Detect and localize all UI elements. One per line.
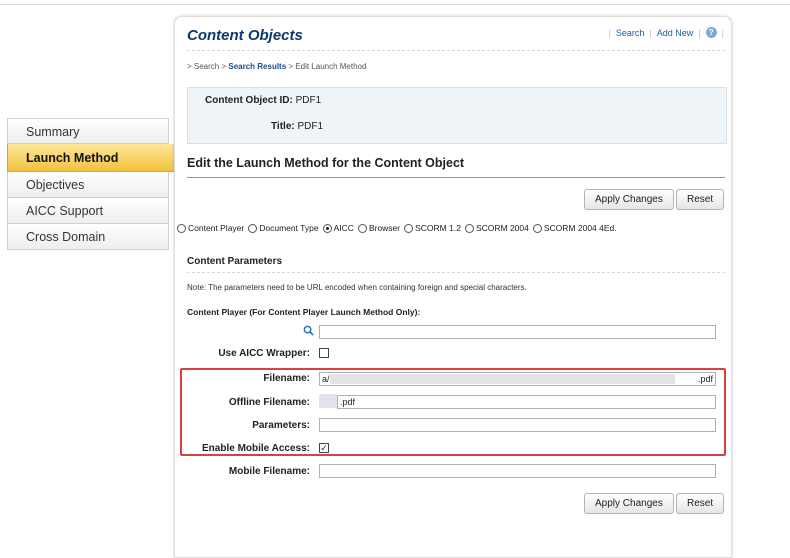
radio-icon[interactable]: [357, 223, 367, 233]
radio-icon[interactable]: [248, 223, 258, 233]
encoding-note: Note: The parameters need to be URL enco…: [187, 283, 527, 292]
offline-filename-label: Offline Filename:: [228, 397, 310, 408]
object-id-label: Content Object ID:: [205, 95, 293, 106]
radio-content-player[interactable]: Content Player: [177, 223, 244, 233]
object-id-value: PDF1: [295, 95, 322, 106]
mobile-filename-label: Mobile Filename:: [228, 466, 310, 477]
reset-button[interactable]: Reset: [676, 189, 725, 210]
use-aicc-wrapper-checkbox[interactable]: [319, 348, 329, 358]
sidebar-item-cross-domain[interactable]: Cross Domain: [7, 224, 169, 250]
offline-filename-input[interactable]: .pdf: [337, 395, 716, 409]
top-divider: [0, 4, 790, 5]
help-icon[interactable]: ?: [705, 27, 717, 38]
mobile-filename-input[interactable]: [319, 464, 716, 478]
radio-label: Content Player: [188, 223, 245, 233]
filename-label: Filename:: [263, 373, 310, 384]
breadcrumb-prefix[interactable]: > Search >: [187, 62, 228, 71]
top-links: | Search | Add New | ? |: [609, 27, 724, 38]
breadcrumb: > Search > Search Results > Edit Launch …: [187, 62, 366, 71]
breadcrumb-search-results[interactable]: Search Results: [228, 62, 286, 71]
search-link[interactable]: Search: [616, 28, 645, 38]
section-title: Edit the Launch Method for the Content O…: [187, 156, 465, 170]
title-divider: [187, 50, 725, 51]
link-separator: |: [649, 27, 652, 38]
sidebar-item-launch-method[interactable]: Launch Method: [7, 144, 185, 172]
enable-mobile-access-checkbox[interactable]: ✓: [319, 443, 329, 453]
use-aicc-wrapper-label: Use AICC Wrapper:: [218, 348, 310, 359]
sidebar-item-objectives[interactable]: Objectives: [7, 172, 169, 198]
breadcrumb-current: > Edit Launch Method: [286, 62, 367, 71]
object-id-row: Content Object ID: PDF1: [205, 95, 321, 106]
content-player-label: Content Player (For Content Player Launc…: [187, 307, 421, 317]
launch-method-options: Content Player Document Type AICC Browse…: [177, 223, 617, 233]
title-row: Title: PDF1: [271, 121, 323, 132]
offline-filename-value: .pdf: [340, 397, 356, 407]
enable-mobile-access-label: Enable Mobile Access:: [202, 443, 310, 454]
add-new-link[interactable]: Add New: [657, 28, 694, 38]
parameters-input[interactable]: [319, 418, 716, 432]
link-separator: |: [698, 27, 701, 38]
radio-icon[interactable]: [464, 223, 474, 233]
radio-label: Document Type: [259, 223, 319, 233]
title-value: PDF1: [297, 121, 324, 132]
page-title: Content Objects: [187, 27, 303, 44]
radio-aicc[interactable]: AICC: [322, 223, 354, 233]
radio-browser[interactable]: Browser: [357, 223, 401, 233]
title-label: Title:: [271, 121, 295, 132]
radio-selected-icon[interactable]: [322, 223, 332, 233]
radio-icon[interactable]: [532, 223, 542, 233]
filename-value-start: a/: [322, 374, 330, 384]
radio-label: AICC: [333, 223, 354, 233]
filename-value-end: .pdf: [697, 374, 713, 384]
sidebar-item-aicc-support[interactable]: AICC Support: [7, 198, 169, 224]
radio-label: Browser: [368, 223, 401, 233]
sidebar: Summary Launch Method Objectives AICC Su…: [7, 118, 185, 250]
apply-changes-button-bottom[interactable]: Apply Changes: [584, 493, 674, 514]
radio-document-type[interactable]: Document Type: [248, 223, 319, 233]
apply-changes-button[interactable]: Apply Changes: [584, 189, 674, 210]
radio-scorm-12[interactable]: SCORM 1.2: [404, 223, 461, 233]
radio-label: SCORM 1.2: [415, 223, 461, 233]
content-parameters-title: Content Parameters: [187, 256, 283, 267]
section-divider: [187, 177, 725, 178]
link-separator: |: [721, 27, 724, 38]
parameters-divider: [187, 272, 725, 273]
redacted-offline: [319, 394, 337, 408]
radio-icon[interactable]: [404, 223, 414, 233]
sidebar-item-summary[interactable]: Summary: [7, 118, 169, 144]
link-separator: |: [608, 27, 611, 38]
parameters-label: Parameters:: [252, 420, 310, 431]
radio-scorm-2004[interactable]: SCORM 2004: [464, 223, 529, 233]
redacted-filename: [330, 374, 675, 384]
radio-label: SCORM 2004 4Ed.: [543, 223, 617, 233]
reset-button-bottom[interactable]: Reset: [676, 493, 725, 514]
search-icon[interactable]: [303, 325, 314, 336]
radio-icon[interactable]: [177, 223, 186, 233]
radio-label: SCORM 2004: [475, 223, 529, 233]
content-player-input[interactable]: [319, 325, 716, 339]
radio-scorm-2004-4ed[interactable]: SCORM 2004 4Ed.: [532, 223, 617, 233]
